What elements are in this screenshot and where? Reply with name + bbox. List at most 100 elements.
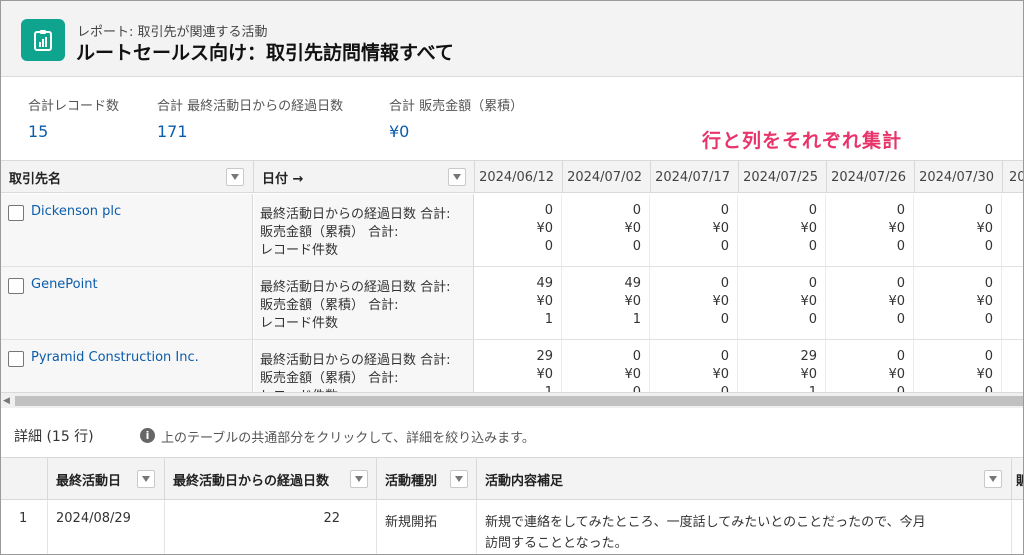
column-header-days-since[interactable]: 最終活動日からの経過日数 (164, 458, 376, 500)
matrix-value-cell[interactable]: 0 ¥0 0 (562, 340, 650, 392)
metric-labels-cell: 最終活動日からの経過日数 合計: 販売金額（累積） 合計: レコード件数 (254, 194, 474, 266)
activity-note-line: 新規で連絡をしてみたところ、一度話してみたいとのことだったので、今月 (485, 515, 926, 530)
cell-value: 0 (544, 203, 553, 218)
column-header-activity-note[interactable]: 活動内容補足 (476, 458, 1011, 500)
clipboard-chart-icon (34, 30, 52, 51)
matrix-value-cell[interactable]: 0 ¥0 0 (914, 267, 1002, 339)
cell-value: 0 (984, 203, 993, 218)
column-dropdown-button[interactable] (450, 470, 468, 488)
annotation-callout: 行と列をそれぞれ集計 (702, 130, 903, 152)
date-column-header[interactable]: 2024/06/12 (474, 161, 562, 193)
column-grouping-dropdown-button[interactable] (448, 168, 466, 186)
date-column-header[interactable]: 2024/07/26 (826, 161, 914, 193)
row-checkbox[interactable] (8, 351, 24, 367)
matrix-value-cell[interactable]: 0 ¥0 0 (914, 340, 1002, 392)
cell-value: 0 (720, 349, 729, 364)
chevron-down-icon (142, 476, 150, 482)
metric-label: 最終活動日からの経過日数 合計: (260, 207, 451, 222)
column-header-label: 活動種別 (385, 473, 438, 489)
details-header-row: 最終活動日 最終活動日からの経過日数 活動種別 活動内容補足 (1, 458, 1023, 500)
row-checkbox[interactable] (8, 278, 24, 294)
cell-value: 1 (809, 385, 817, 392)
row-grouping-header: 取引先名 (1, 161, 253, 193)
cell-value: 0 (896, 239, 905, 254)
row-number: 1 (19, 511, 28, 526)
date-column-header[interactable]: 2024/07/25 (738, 161, 826, 193)
summary-value-record-count: 15 (28, 122, 49, 141)
cell-value: 0 (721, 385, 729, 392)
details-title: 詳細 (15 行) (14, 429, 94, 445)
row-grouping-dropdown-button[interactable] (226, 168, 244, 186)
cell-value: 0 (632, 203, 641, 218)
cell-value: 0 (808, 203, 817, 218)
cell-value: 0 (808, 276, 817, 291)
cell-value: 0 (808, 239, 817, 254)
cell-value: 0 (633, 385, 641, 392)
cell-value: 0 (984, 312, 993, 327)
column-header-label: 販 (1016, 470, 1023, 489)
chevron-down-icon (453, 174, 461, 180)
matrix-value-cell[interactable]: 0 ¥0 0 (562, 194, 650, 266)
column-header-sales[interactable]: 販 (1011, 458, 1023, 500)
matrix-value-cell[interactable]: 0 ¥0 0 (738, 194, 826, 266)
account-link[interactable]: Pyramid Construction Inc. (31, 350, 199, 365)
cell-value: ¥0 (976, 367, 993, 382)
cell-value: 1 (544, 312, 553, 327)
account-cell: Dickenson plc (1, 194, 253, 266)
matrix-value-cell[interactable]: 29 ¥0 1 (474, 340, 562, 392)
row-grouping-label: 取引先名 (9, 171, 62, 187)
column-dropdown-button[interactable] (137, 470, 155, 488)
matrix-value-cell[interactable]: 0 ¥0 0 (826, 340, 914, 392)
account-link[interactable]: GenePoint (31, 277, 98, 292)
matrix-value-cell[interactable]: 49 ¥0 1 (474, 267, 562, 339)
metric-label: レコード件数 (260, 385, 338, 392)
column-dropdown-button[interactable] (350, 470, 368, 488)
matrix-row: Dickenson plc 最終活動日からの経過日数 合計: 販売金額（累積） … (1, 194, 1023, 267)
matrix-value-cell[interactable]: 0 ¥0 0 (914, 194, 1002, 266)
cell-value: ¥0 (800, 367, 817, 382)
cell-value: 0 (896, 276, 905, 291)
matrix-value-cell[interactable]: 0 ¥0 0 (826, 194, 914, 266)
cell-value: 0 (985, 385, 993, 392)
cell-value: ¥0 (536, 367, 553, 382)
matrix-value-cell[interactable]: 29 ¥0 1 (738, 340, 826, 392)
cell-value: 49 (536, 276, 553, 291)
chevron-down-icon (231, 174, 239, 180)
summary-bar: 合計レコード数 15 合計 最終活動日からの経過日数 171 合計 販売金額（累… (1, 78, 1023, 160)
row-checkbox[interactable] (8, 205, 24, 221)
account-link[interactable]: Dickenson plc (31, 204, 121, 219)
cell-value: 0 (897, 385, 905, 392)
cell-value: ¥0 (888, 367, 905, 382)
matrix-value-cell[interactable]: 0 ¥0 0 (650, 194, 738, 266)
scrollbar-thumb[interactable] (15, 396, 1023, 406)
details-hint: 上のテーブルの共通部分をクリックして、詳細を絞り込みます。 (161, 431, 535, 446)
matrix-value-cell[interactable]: 0 ¥0 0 (738, 267, 826, 339)
metric-label: 販売金額（累積） 合計: (260, 371, 399, 386)
matrix-value-cell[interactable]: 0 ¥0 0 (826, 267, 914, 339)
report-frame: レポート: 取引先が関連する活動 ルートセールス向け：取引先訪問情報すべて 合計… (0, 0, 1024, 555)
scroll-left-arrow-icon[interactable]: ◀ (3, 396, 10, 406)
last-activity-date-cell: 2024/08/29 (47, 500, 164, 554)
cell-value: 0 (896, 349, 905, 364)
horizontal-scrollbar[interactable]: ◀ (1, 392, 1023, 408)
date-column-header[interactable]: 2024/07/30 (914, 161, 1002, 193)
metric-labels-cell: 最終活動日からの経過日数 合計: 販売金額（累積） 合計: レコード件数 (254, 267, 474, 339)
date-column-header[interactable]: 20 (1002, 161, 1023, 193)
cell-value: ¥0 (712, 294, 729, 309)
cell-value: 0 (544, 239, 553, 254)
matrix-value-cell[interactable]: 0 ¥0 0 (650, 340, 738, 392)
cell-value: ¥0 (712, 221, 729, 236)
matrix-table: 取引先名 日付 → 2024/06/12 2024/07/02 2024/07/… (1, 160, 1023, 392)
table-row[interactable]: 1 2024/08/29 22 新規開拓 新規で連絡をしてみたところ、一度話して… (1, 500, 1023, 554)
matrix-value-cell[interactable]: 49 ¥0 1 (562, 267, 650, 339)
date-column-header[interactable]: 2024/07/02 (562, 161, 650, 193)
date-column-header[interactable]: 2024/07/17 (650, 161, 738, 193)
chevron-down-icon (989, 476, 997, 482)
column-dropdown-button[interactable] (984, 470, 1002, 488)
report-icon (21, 19, 65, 61)
matrix-value-cell[interactable]: 0 ¥0 0 (650, 267, 738, 339)
cell-value: ¥0 (624, 367, 641, 382)
cell-value: ¥0 (712, 367, 729, 382)
matrix-value-cell[interactable]: 0 ¥0 0 (474, 194, 562, 266)
cell-value: 0 (896, 203, 905, 218)
